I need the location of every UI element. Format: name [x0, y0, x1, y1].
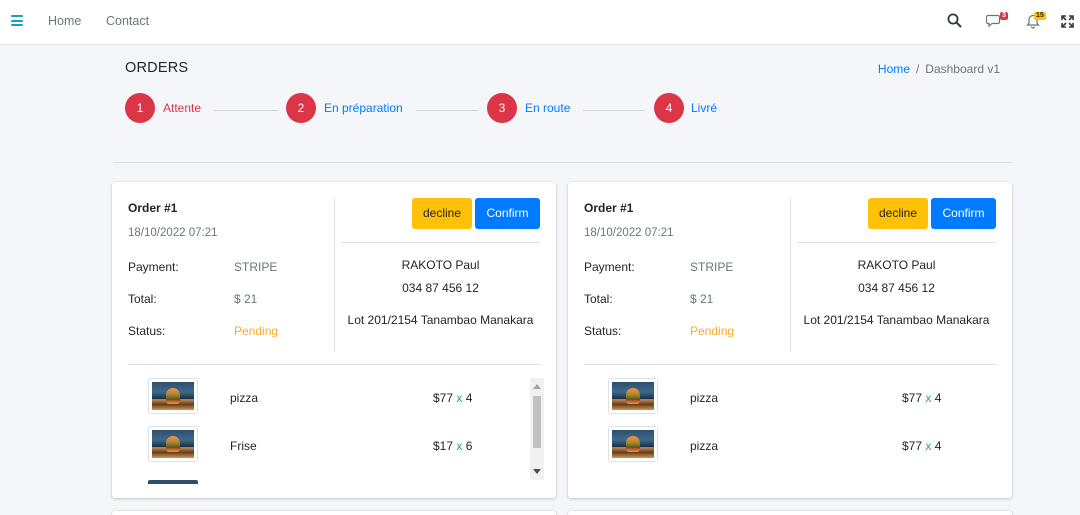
step-3-label[interactable]: En route [525, 101, 570, 115]
step-1-label[interactable]: Attente [163, 101, 201, 115]
order-date: 18/10/2022 07:21 [584, 227, 674, 239]
item-thumbnail [148, 378, 198, 414]
customer-phone: 034 87 456 12 [402, 281, 479, 295]
breadcrumb-home-link[interactable]: Home [878, 62, 910, 76]
messages-badge: 3 [1000, 12, 1008, 20]
payment-label: Payment: [584, 260, 635, 274]
order-title: Order #1 [584, 201, 634, 215]
status-value: Pending [690, 324, 735, 338]
item-name: pizza [690, 439, 719, 453]
scroll-up-arrow[interactable] [533, 384, 541, 389]
item-thumbnail [608, 378, 658, 414]
step-3-circle[interactable]: 3 [487, 93, 517, 123]
order-date: 18/10/2022 07:21 [128, 227, 218, 239]
breadcrumb: Home / Dashboard v1 [878, 62, 1000, 76]
item-thumbnail-partial [148, 480, 198, 484]
step-connector [583, 110, 645, 111]
section-divider [113, 162, 1012, 163]
item-price: $17 x 6 [433, 439, 473, 453]
status-value: Pending [234, 324, 279, 338]
item-price: $77 x 4 [433, 391, 473, 405]
step-connector [416, 110, 478, 111]
item-name: pizza [690, 391, 719, 405]
step-1-circle[interactable]: 1 [125, 93, 155, 123]
customer-address: Lot 201/2154 Tanambao Manakara [803, 313, 990, 327]
customer-divider [341, 242, 540, 243]
item-name: pizza [230, 391, 259, 405]
step-2-label[interactable]: En préparation [324, 101, 403, 115]
order-card-partial [112, 511, 556, 515]
messages-icon[interactable]: 3 [985, 12, 1008, 33]
confirm-button[interactable]: Confirm [931, 198, 996, 229]
order-title: Order #1 [128, 201, 178, 215]
payment-value: STRIPE [690, 260, 734, 274]
order-card: Order #1 18/10/2022 07:21 Payment: STRIP… [568, 182, 1012, 498]
breadcrumb-separator: / [915, 62, 920, 76]
payment-label: Payment: [128, 260, 179, 274]
total-label: Total: [128, 292, 157, 306]
step-connector [214, 110, 278, 111]
customer-name: RAKOTO Paul [401, 258, 480, 272]
step-4-label[interactable]: Livré [691, 101, 717, 115]
total-label: Total: [584, 292, 613, 306]
status-label: Status: [584, 324, 622, 338]
order-card-partial [568, 511, 1012, 515]
breadcrumb-current: Dashboard v1 [925, 62, 1000, 76]
step-2-circle[interactable]: 2 [286, 93, 316, 123]
items-divider [584, 364, 996, 365]
customer-divider [797, 242, 996, 243]
item-price: $77 x 4 [902, 391, 942, 405]
notifications-icon[interactable]: 15 [1026, 12, 1046, 34]
items-scrollbar[interactable] [530, 378, 544, 480]
scroll-down-arrow[interactable] [533, 469, 541, 474]
item-thumbnail [148, 426, 198, 462]
fullscreen-icon[interactable] [1061, 15, 1074, 33]
step-4-circle[interactable]: 4 [654, 93, 684, 123]
top-navbar: Home Contact 3 15 [0, 0, 1080, 45]
total-value: $ 21 [690, 292, 714, 306]
menu-icon[interactable] [11, 15, 23, 26]
search-icon[interactable] [947, 13, 962, 33]
decline-button[interactable]: decline [412, 198, 472, 229]
column-divider [790, 198, 791, 352]
decline-button[interactable]: decline [868, 198, 928, 229]
nav-home-link[interactable]: Home [48, 14, 81, 28]
nav-contact-link[interactable]: Contact [106, 14, 149, 28]
order-card: Order #1 18/10/2022 07:21 Payment: STRIP… [112, 182, 556, 498]
payment-value: STRIPE [234, 260, 278, 274]
item-name: Frise [230, 439, 257, 453]
notifications-badge: 15 [1034, 12, 1046, 20]
scroll-thumb[interactable] [533, 396, 541, 448]
column-divider [334, 198, 335, 352]
item-price: $77 x 4 [902, 439, 942, 453]
status-label: Status: [128, 324, 166, 338]
customer-address: Lot 201/2154 Tanambao Manakara [347, 313, 534, 327]
confirm-button[interactable]: Confirm [475, 198, 540, 229]
total-value: $ 21 [234, 292, 258, 306]
page-title: ORDERS [125, 60, 189, 76]
item-thumbnail [608, 426, 658, 462]
customer-phone: 034 87 456 12 [858, 281, 935, 295]
customer-name: RAKOTO Paul [857, 258, 936, 272]
items-divider [128, 364, 540, 365]
